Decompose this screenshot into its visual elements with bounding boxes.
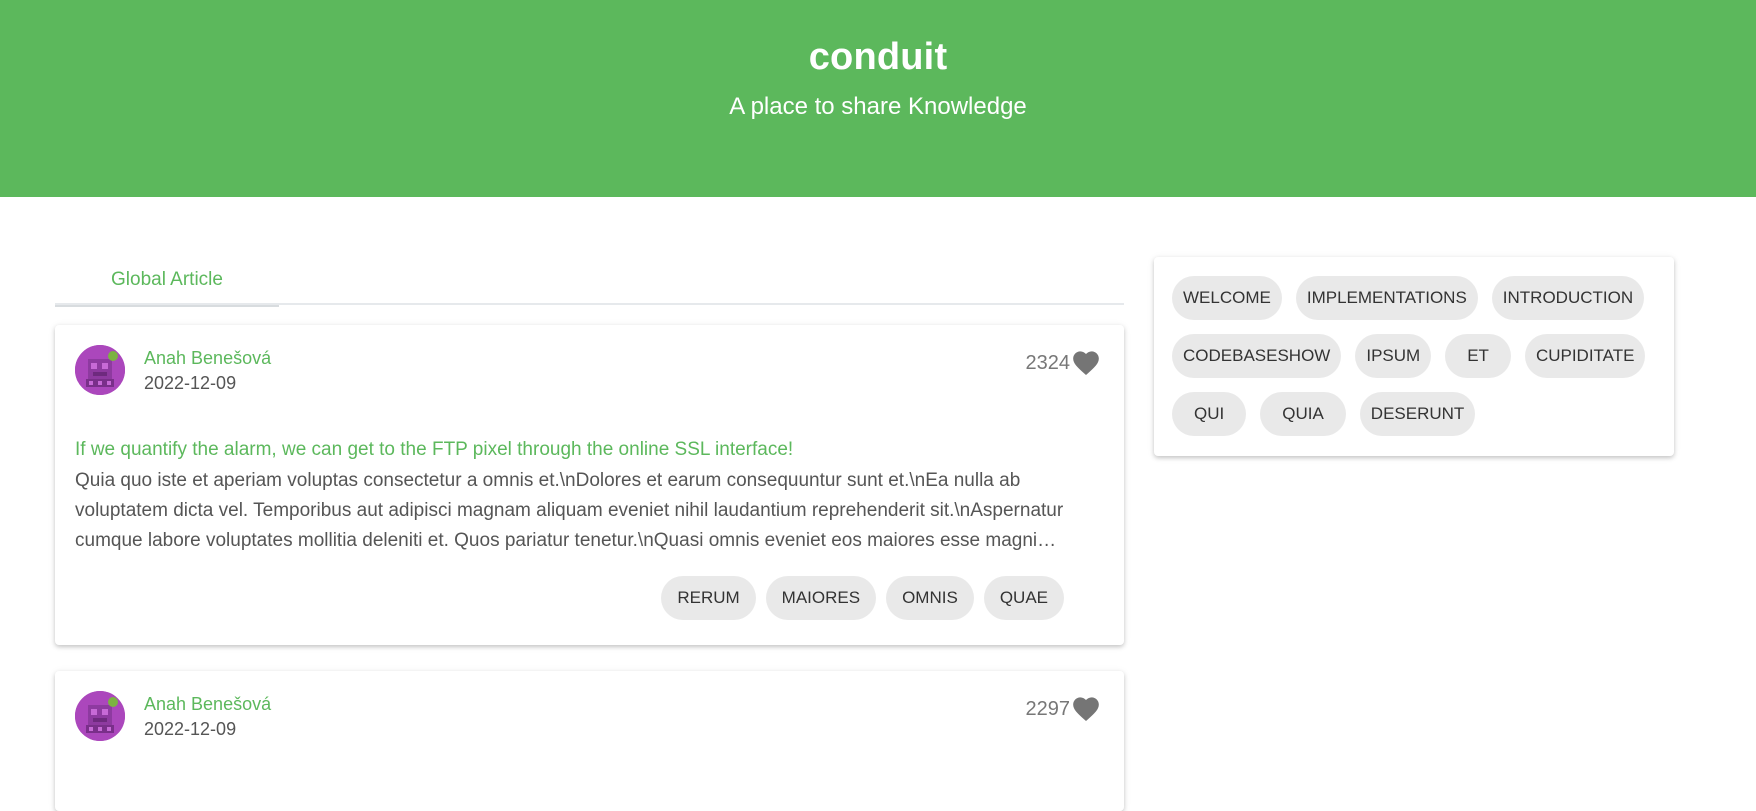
tag-row: CODEBASESHOW IPSUM ET CUPIDITATE — [1172, 334, 1656, 378]
tag-chip[interactable]: CODEBASESHOW — [1172, 334, 1342, 378]
user-avatar-icon — [75, 691, 125, 741]
tag-chip[interactable]: CUPIDITATE — [1524, 334, 1646, 378]
author-name[interactable]: Anah Benešová — [144, 347, 271, 369]
popular-tags-panel: WELCOME IMPLEMENTATIONS INTRODUCTION COD… — [1154, 257, 1674, 456]
article-tag-list: RERUM MAIORES OMNIS QUAE — [661, 576, 1064, 620]
article-preview: Anah Benešová 2022-12-09 2324 If we quan… — [55, 325, 1124, 645]
tab-label: Global Article — [111, 269, 223, 290]
feed-tabs: Global Article — [55, 256, 1124, 307]
favorite-button[interactable]: 2297 — [1026, 695, 1101, 723]
article-title[interactable]: If we quantify the alarm, we can get to … — [75, 438, 1105, 462]
favorite-button[interactable]: 2324 — [1026, 349, 1101, 377]
tag-row: QUI QUIA DESERUNT — [1172, 392, 1656, 436]
article-date: 2022-12-09 — [144, 373, 237, 393]
tag-chip[interactable]: IMPLEMENTATIONS — [1295, 276, 1478, 320]
article-tag-chip[interactable]: OMNIS — [886, 576, 974, 620]
author-name[interactable]: Anah Benešová — [144, 693, 271, 715]
active-tab-indicator — [55, 305, 279, 307]
article-date: 2022-12-09 — [144, 719, 237, 739]
article-tag-chip[interactable]: RERUM — [661, 576, 756, 620]
tag-chip[interactable]: QUIA — [1260, 392, 1346, 436]
tag-chip[interactable]: IPSUM — [1355, 334, 1432, 378]
favorites-count: 2324 — [1025, 351, 1071, 374]
author-avatar[interactable] — [75, 345, 125, 395]
tag-chip[interactable]: ET — [1445, 334, 1511, 378]
banner: conduit A place to share Knowledge — [0, 0, 1756, 197]
tag-chip[interactable]: INTRODUCTION — [1491, 276, 1645, 320]
user-avatar-icon — [75, 345, 125, 395]
heart-icon — [1073, 697, 1099, 722]
tag-row: WELCOME IMPLEMENTATIONS INTRODUCTION — [1172, 276, 1656, 320]
tab-global-article[interactable]: Global Article — [55, 256, 279, 307]
tag-chip[interactable]: WELCOME — [1172, 276, 1282, 320]
article-excerpt[interactable]: Quia quo iste et aperiam voluptas consec… — [75, 466, 1105, 556]
article-tag-chip[interactable]: MAIORES — [765, 576, 877, 620]
article-tag-chip[interactable]: QUAE — [983, 576, 1064, 620]
favorites-count: 2297 — [1025, 697, 1071, 720]
article-preview: Anah Benešová 2022-12-09 2297 — [55, 671, 1124, 811]
tag-chip[interactable]: DESERUNT — [1359, 392, 1476, 436]
site-title: conduit — [808, 36, 948, 78]
author-avatar[interactable] — [75, 691, 125, 741]
site-tagline: A place to share Knowledge — [729, 93, 1027, 120]
heart-icon — [1073, 351, 1099, 376]
tag-chip[interactable]: QUI — [1172, 392, 1247, 436]
